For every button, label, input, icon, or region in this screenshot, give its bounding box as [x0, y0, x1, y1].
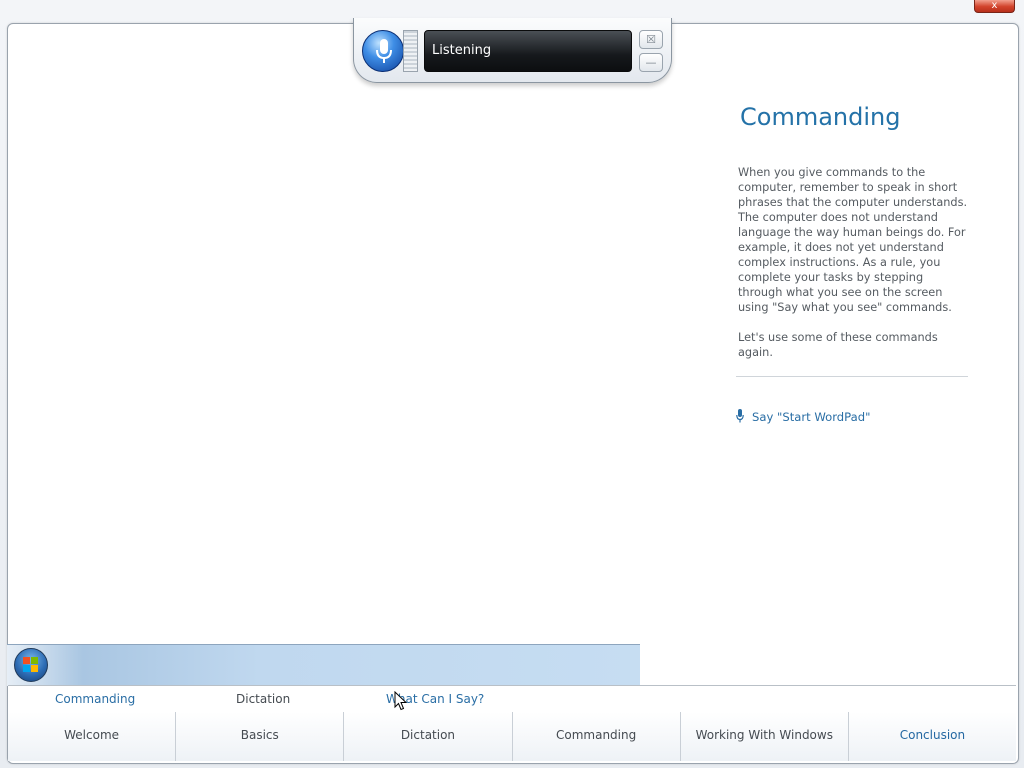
- tab-basics[interactable]: Basics: [176, 712, 345, 761]
- mouse-cursor-icon: [394, 691, 408, 711]
- microphone-button[interactable]: [362, 30, 404, 72]
- speech-status-display: Listening: [424, 30, 632, 72]
- speech-close-button[interactable]: ☒: [639, 30, 663, 49]
- instruction-paragraph-2: Let's use some of these commands again.: [738, 331, 938, 359]
- speech-recognition-widget: Listening ☒ —: [353, 18, 672, 83]
- speech-minimize-button[interactable]: —: [639, 53, 663, 72]
- start-button[interactable]: [14, 648, 48, 682]
- window-close-button[interactable]: x: [974, 0, 1015, 13]
- tab-conclusion[interactable]: Conclusion: [849, 712, 1016, 761]
- tutorial-navigation: Welcome Basics Dictation Commanding Work…: [8, 712, 1016, 761]
- microphone-icon: [376, 39, 392, 63]
- tab-commanding[interactable]: Commanding: [513, 712, 681, 761]
- instruction-paragraph: When you give commands to the computer, …: [738, 166, 968, 314]
- tab-dictation[interactable]: Dictation: [344, 712, 513, 761]
- section-title: Commanding: [740, 103, 901, 131]
- audio-level-meter: [403, 30, 418, 72]
- simulated-taskbar: [7, 644, 640, 686]
- tab-welcome[interactable]: Welcome: [8, 712, 177, 761]
- windows-logo-icon: [23, 657, 39, 673]
- subnav-dictation[interactable]: Dictation: [236, 692, 290, 706]
- subnav-commanding[interactable]: Commanding: [55, 692, 135, 706]
- sub-navigation: Commanding Dictation What Can I Say?: [8, 685, 1016, 713]
- say-prompt: Say "Start WordPad": [736, 409, 870, 424]
- tab-working-with-windows[interactable]: Working With Windows: [681, 712, 849, 761]
- divider: [736, 376, 968, 377]
- microphone-icon: [736, 409, 744, 423]
- say-prompt-text: Say "Start WordPad": [752, 410, 871, 424]
